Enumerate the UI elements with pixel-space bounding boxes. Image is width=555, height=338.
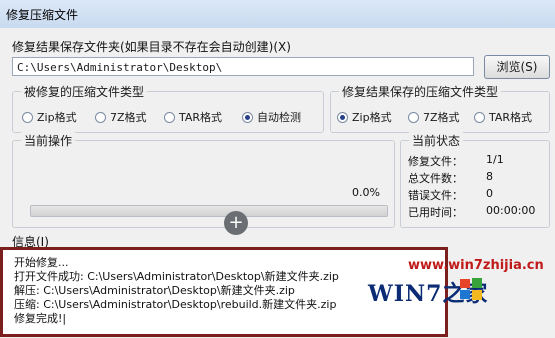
browse-button[interactable]: 浏览(S) <box>484 55 550 79</box>
title-bar: 修复压缩文件 <box>0 0 555 29</box>
status-key-repaired: 修复文件： <box>408 155 463 168</box>
source-radio-auto[interactable]: 自动检测 <box>242 109 301 125</box>
progress-bar <box>30 205 388 217</box>
radio-selected-icon <box>337 111 348 123</box>
output-type-title: 修复结果保存的压缩文件类型 <box>339 83 502 100</box>
status-key-errors: 错误文件： <box>408 189 463 202</box>
radio-selected-icon <box>242 111 253 123</box>
window-title: 修复压缩文件 <box>6 8 79 22</box>
status-value-errors: 0 <box>486 187 493 200</box>
plus-icon[interactable]: + <box>224 211 248 235</box>
output-radio-tar[interactable]: TAR格式 <box>474 109 532 125</box>
source-radio-zip[interactable]: Zip格式 <box>22 109 77 125</box>
status-value-total: 8 <box>486 170 493 183</box>
source-type-title: 被修复的压缩文件类型 <box>21 83 148 100</box>
current-operation-title: 当前操作 <box>21 132 76 149</box>
radio-icon <box>22 111 33 123</box>
source-radio-tar[interactable]: TAR格式 <box>164 109 222 125</box>
save-folder-path-field[interactable]: C:\Users\Administrator\Desktop\ <box>12 57 474 76</box>
progress-percent: 0.0% <box>352 186 380 199</box>
status-value-elapsed: 00:00:00 <box>486 204 536 217</box>
output-radio-7z[interactable]: 7Z格式 <box>408 109 460 125</box>
log-line: 修复完成!| <box>14 312 67 325</box>
current-status-title: 当前状态 <box>409 132 464 149</box>
radio-icon <box>95 111 106 123</box>
status-key-total: 总文件数： <box>408 172 463 185</box>
output-radio-zip[interactable]: Zip格式 <box>337 109 392 125</box>
status-value-repaired: 1/1 <box>486 153 504 166</box>
source-radio-7z[interactable]: 7Z格式 <box>95 109 147 125</box>
watermark-url: www.win7zhijia.cn <box>408 258 544 273</box>
radio-icon <box>164 111 175 123</box>
windows-logo-icon <box>460 278 482 300</box>
save-folder-label: 修复结果保存文件夹(如果目录不存在会自动创建)(X) <box>12 40 291 54</box>
radio-icon <box>408 111 419 123</box>
radio-icon <box>474 111 485 123</box>
status-key-elapsed: 已用时间： <box>408 206 463 219</box>
